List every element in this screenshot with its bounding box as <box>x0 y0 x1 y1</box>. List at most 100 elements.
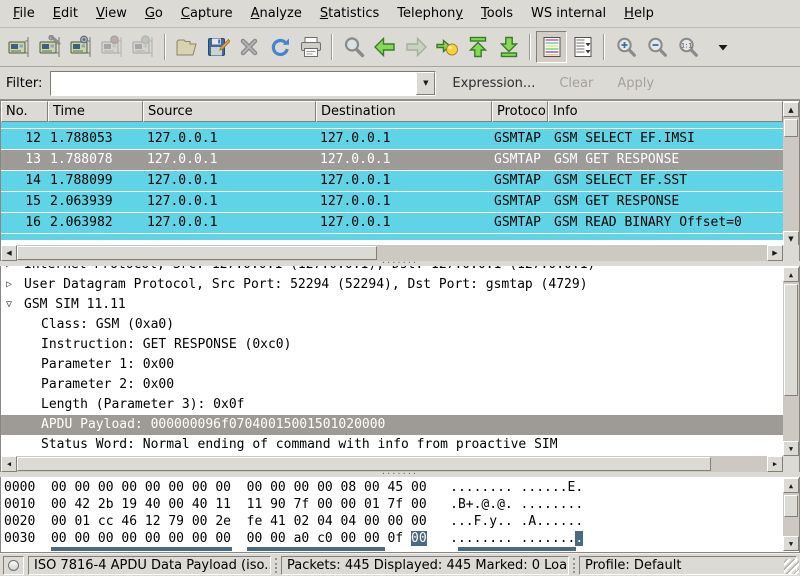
scrollbar-track[interactable] <box>783 493 799 536</box>
column-header-time[interactable]: Time <box>48 101 143 122</box>
save-button[interactable] <box>202 31 233 63</box>
packet-row[interactable]: 131.788078127.0.0.1127.0.0.1GSMTAPGSM GE… <box>1 150 783 171</box>
zoom-out-button[interactable] <box>641 31 672 63</box>
capture-start-button[interactable] <box>66 31 97 63</box>
hex-row[interactable]: 0030 00 00 00 00 00 00 00 00 00 00 a0 c0… <box>1 530 783 547</box>
scrollbar-track[interactable] <box>17 245 767 261</box>
menu-item[interactable]: Statistics <box>311 1 388 26</box>
statusbar-resize-handle[interactable] <box>275 558 277 573</box>
column-header-source[interactable]: Source <box>143 101 316 122</box>
scrollbar-thumb[interactable] <box>784 495 798 517</box>
print-button[interactable] <box>295 31 326 63</box>
scroll-left-button[interactable]: ◀ <box>1 456 17 472</box>
details-vertical-scrollbar[interactable]: ▲ ▼ <box>783 267 799 456</box>
menu-item[interactable]: Analyze <box>242 1 311 26</box>
scroll-left-button[interactable]: ◀ <box>1 245 17 261</box>
detail-row[interactable]: ▷User Datagram Protocol, Src Port: 52294… <box>1 275 783 295</box>
scroll-up-button[interactable]: ▲ <box>783 478 799 493</box>
scrollbar-thumb[interactable] <box>17 457 711 471</box>
scroll-down-button[interactable]: ▼ <box>783 536 799 551</box>
filter-dropdown-button[interactable]: ▼ <box>416 72 435 95</box>
scrollbar-track[interactable] <box>783 117 799 231</box>
back-button[interactable] <box>369 31 400 63</box>
detail-row[interactable]: Class: GSM (0xa0) <box>1 315 783 335</box>
apply-button[interactable]: Apply <box>609 71 662 96</box>
zoom-100-button[interactable]: 1:1 <box>672 31 703 63</box>
menu-item[interactable]: Telephony <box>388 1 472 26</box>
open-button[interactable] <box>171 31 202 63</box>
hex-row[interactable]: 0000 00 00 00 00 00 00 00 00 00 00 00 00… <box>1 479 783 496</box>
column-header-destination[interactable]: Destination <box>316 101 492 122</box>
goto-top-button[interactable] <box>462 31 493 63</box>
packet-row[interactable]: 121.788053127.0.0.1127.0.0.1GSMTAPGSM SE… <box>1 129 783 150</box>
expert-info-button[interactable] <box>3 556 24 575</box>
capture-options-button[interactable] <box>35 31 66 63</box>
menu-item[interactable]: Edit <box>44 1 87 26</box>
packet-row[interactable]: 152.063939127.0.0.1127.0.0.1GSMTAPGSM GE… <box>1 192 783 213</box>
column-header-no[interactable]: No. <box>1 101 48 122</box>
close-button[interactable] <box>233 31 264 63</box>
column-header-info[interactable]: Info <box>548 101 783 122</box>
forward-button[interactable] <box>400 31 431 63</box>
detail-row[interactable]: ▽GSM SIM 11.11 <box>1 295 783 315</box>
detail-row[interactable]: APDU Payload: 000000096f0704001500150102… <box>1 415 783 435</box>
menu-item[interactable]: Help <box>615 1 663 26</box>
autoscroll-button[interactable] <box>567 31 598 63</box>
details-horizontal-scrollbar[interactable]: ◀ ▶ <box>1 456 799 472</box>
resize-grip[interactable] <box>784 559 799 574</box>
packet-row[interactable]: 162.063982127.0.0.1127.0.0.1GSMTAPGSM RE… <box>1 213 783 234</box>
packet-list-rows: 111.787851127.0.0.1127.0.0.1GSMTAPGSM GE… <box>1 122 783 244</box>
statusbar-resize-handle[interactable] <box>573 558 575 573</box>
clear-button[interactable]: Clear <box>551 71 601 96</box>
hex-row[interactable]: 0020 00 01 cc 46 12 79 00 2e fe 41 02 04… <box>1 513 783 530</box>
scrollbar-track[interactable] <box>17 456 767 472</box>
scroll-down-button[interactable]: ▼ <box>783 441 799 456</box>
scrollbar-thumb[interactable] <box>784 284 798 396</box>
detail-row[interactable]: Parameter 2: 0x00 <box>1 375 783 395</box>
detail-row[interactable]: Instruction: GET RESPONSE (0xc0) <box>1 335 783 355</box>
scroll-right-button[interactable]: ▶ <box>767 245 783 261</box>
zoom-in-button[interactable] <box>610 31 641 63</box>
overflow-menu-button[interactable] <box>713 31 733 63</box>
detail-row[interactable]: Parameter 1: 0x00 <box>1 355 783 375</box>
hex-row[interactable]: 0010 00 42 2b 19 40 00 40 11 11 90 7f 00… <box>1 496 783 513</box>
packet-row-clipped[interactable]: 111.787851127.0.0.1127.0.0.1GSMTAPGSM GE… <box>1 122 783 129</box>
menu-item[interactable]: WS internal <box>522 1 615 26</box>
capture-stop-button[interactable] <box>97 31 128 63</box>
packet-list-vertical-scrollbar[interactable]: ▲ ▼ <box>783 102 799 246</box>
reload-button[interactable] <box>264 31 295 63</box>
menu-item[interactable]: View <box>87 1 136 26</box>
expander-open-icon[interactable]: ▽ <box>6 295 20 315</box>
packet-row-partial[interactable] <box>1 234 783 240</box>
column-header-protocol[interactable]: Protocol <box>492 101 548 122</box>
packet-list-horizontal-scrollbar[interactable]: ◀ ▶ <box>1 245 799 261</box>
expander-closed-icon[interactable]: ▷ <box>6 266 20 275</box>
capture-restart-button[interactable] <box>128 31 159 63</box>
scrollbar-thumb[interactable] <box>17 246 377 260</box>
scroll-up-button[interactable]: ▲ <box>783 267 799 282</box>
expression-button[interactable]: Expression... <box>444 71 543 96</box>
menu-item[interactable]: Go <box>136 1 172 26</box>
detail-row[interactable]: Status Word: Normal ending of command wi… <box>1 435 783 455</box>
colorize-button[interactable] <box>536 31 567 63</box>
detail-row[interactable]: ▷Internet Protocol, Src: 127.0.0.1 (127.… <box>1 266 783 275</box>
detail-row[interactable]: Length (Parameter 3): 0x0f <box>1 395 783 415</box>
hex-vertical-scrollbar[interactable]: ▲ ▼ <box>783 478 799 551</box>
scroll-down-button[interactable]: ▼ <box>783 231 799 246</box>
scroll-up-button[interactable]: ▲ <box>783 102 799 117</box>
menu-item[interactable]: Tools <box>472 1 522 26</box>
filter-input[interactable] <box>51 72 416 95</box>
packet-row[interactable]: 141.788099127.0.0.1127.0.0.1GSMTAPGSM SE… <box>1 171 783 192</box>
goto-bottom-button[interactable] <box>493 31 524 63</box>
menu-item[interactable]: Capture <box>172 1 242 26</box>
goto-packet-button[interactable] <box>431 31 462 63</box>
expander-closed-icon[interactable]: ▷ <box>6 275 20 295</box>
scrollbar-thumb[interactable] <box>784 119 798 137</box>
interfaces-button[interactable] <box>4 31 35 63</box>
scrollbar-track[interactable] <box>783 282 799 441</box>
packet-row[interactable]: 111.787851127.0.0.1127.0.0.1GSMTAPGSM GE… <box>1 122 783 129</box>
scroll-right-button[interactable]: ▶ <box>767 456 783 472</box>
menu-item[interactable]: File <box>4 1 44 26</box>
detail-row-clipped[interactable]: ▷Internet Protocol, Src: 127.0.0.1 (127.… <box>1 266 783 275</box>
find-button[interactable] <box>338 31 369 63</box>
